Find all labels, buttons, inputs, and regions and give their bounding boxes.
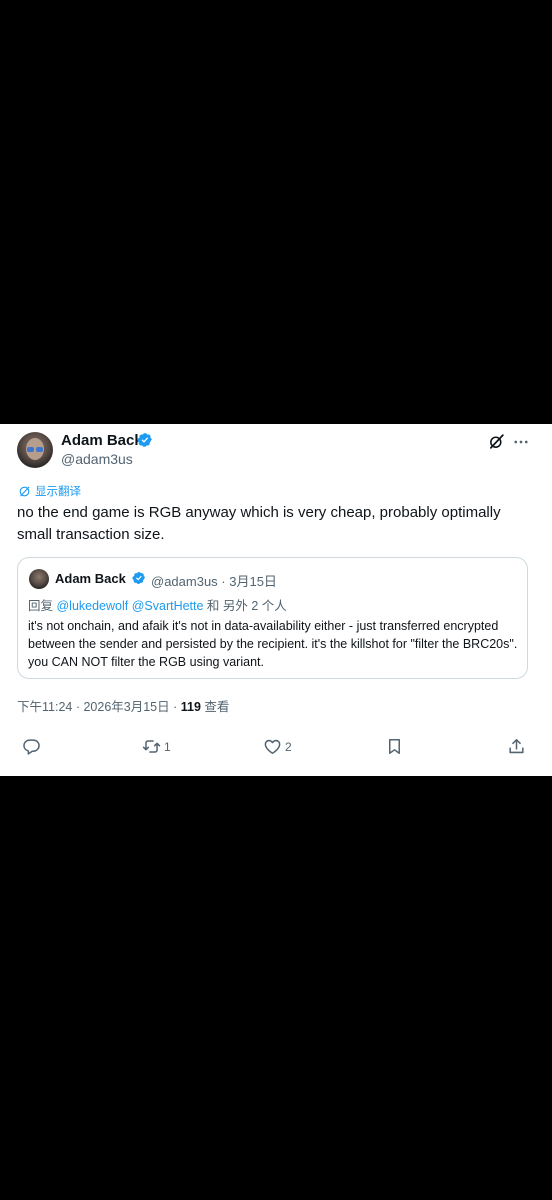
quoted-tweet-text: it's not onchain, and afaik it's not in … [28, 619, 518, 669]
quoted-author-name: Adam Back [55, 571, 126, 586]
quoted-handle-date: @adam3us · 3月15日 [151, 574, 277, 589]
share-button[interactable] [507, 737, 526, 756]
bookmark-button[interactable] [385, 737, 404, 756]
bookmark-icon [388, 739, 401, 754]
tweet-text: no the end game is RGB anyway which is v… [17, 504, 501, 543]
quoted-avatar[interactable] [29, 569, 49, 589]
tweet-meta: 下午11:24 · 2026年3月15日 · 119 查看 [17, 696, 229, 715]
quoted-tweet[interactable]: Adam Back @adam3us · 3月15日 回复 @lukedewol… [17, 557, 528, 679]
like-button[interactable]: 2 [263, 737, 292, 756]
more-options-icon[interactable] [512, 433, 530, 451]
reply-suffix: 和 另外 2 个人 [203, 599, 287, 613]
quoted-verified-badge-icon [132, 572, 145, 584]
share-icon [509, 739, 524, 754]
tweet-card: Adam Back @adam3us 显示翻译 no the end game … [0, 424, 552, 776]
grok-icon[interactable] [488, 433, 505, 450]
reply-button[interactable] [22, 737, 41, 756]
verified-badge-icon [137, 433, 152, 447]
like-count: 2 [285, 739, 292, 754]
retweet-button[interactable]: 1 [142, 737, 171, 756]
retweet-icon [142, 740, 161, 753]
reply-mentions[interactable]: @lukedewolf @SvartHette [56, 599, 203, 613]
heart-icon [264, 739, 281, 754]
action-bar: 1 2 [0, 737, 552, 763]
author-handle[interactable]: @adam3us [61, 451, 133, 467]
views-label: 查看 [200, 700, 230, 714]
show-translation-label: 显示翻译 [35, 486, 81, 498]
avatar[interactable] [17, 432, 53, 468]
timestamp[interactable]: 下午11:24 · 2026年3月15日 · [17, 700, 181, 714]
reply-icon [23, 739, 40, 755]
author-name[interactable]: Adam Back [61, 432, 143, 449]
show-translation-link[interactable]: 显示翻译 [18, 483, 81, 499]
translate-icon [19, 486, 30, 496]
reply-prefix: 回复 [28, 599, 57, 613]
views-count: 119 [180, 700, 201, 714]
retweet-count: 1 [164, 739, 171, 754]
quoted-reply-context: 回复 @lukedewolf @SvartHette 和 另外 2 个人 [28, 595, 287, 614]
